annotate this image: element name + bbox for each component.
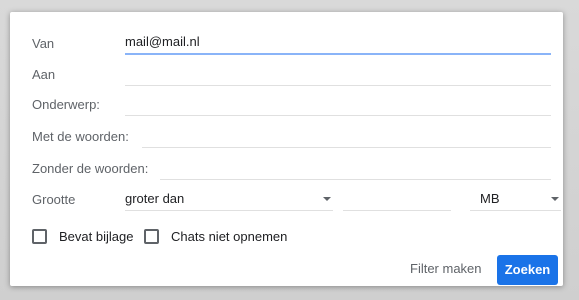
size-unit-select[interactable]: MB bbox=[470, 188, 561, 211]
size-comparator-value: groter dan bbox=[125, 191, 185, 206]
size-amount-input[interactable] bbox=[343, 188, 451, 211]
checkbox-box[interactable] bbox=[144, 229, 159, 244]
to-field[interactable] bbox=[125, 63, 551, 86]
has-attachment-label: Bevat bijlage bbox=[59, 229, 134, 244]
from-field[interactable]: mail@mail.nl bbox=[125, 31, 551, 55]
search-button[interactable]: Zoeken bbox=[497, 255, 558, 285]
create-filter-button[interactable]: Filter maken bbox=[406, 257, 486, 281]
without-words-label: Zonder de woorden: bbox=[32, 161, 149, 176]
exclude-chats-checkbox[interactable]: Chats niet opnemen bbox=[144, 226, 294, 246]
subject-label: Onderwerp: bbox=[32, 97, 100, 112]
from-value: mail@mail.nl bbox=[125, 34, 200, 49]
subject-row: Onderwerp: bbox=[32, 92, 551, 116]
checkbox-box[interactable] bbox=[32, 229, 47, 244]
chevron-down-icon bbox=[551, 197, 559, 201]
size-label: Grootte bbox=[32, 192, 76, 207]
has-words-row: Met de woorden: bbox=[32, 124, 551, 148]
to-label: Aan bbox=[32, 67, 56, 82]
has-words-label: Met de woorden: bbox=[32, 129, 129, 144]
to-row: Aan bbox=[32, 62, 551, 86]
size-unit-value: MB bbox=[480, 191, 500, 206]
from-row: Van mail@mail.nl bbox=[32, 31, 551, 55]
has-attachment-checkbox[interactable]: Bevat bijlage bbox=[32, 226, 142, 246]
size-comparator-select[interactable]: groter dan bbox=[125, 188, 333, 211]
has-words-field[interactable] bbox=[142, 125, 551, 148]
without-words-row: Zonder de woorden: bbox=[32, 156, 551, 180]
from-label: Van bbox=[32, 36, 55, 51]
size-row: Grootte groter dan MB bbox=[32, 187, 561, 211]
chevron-down-icon bbox=[323, 197, 331, 201]
search-options-panel: Van mail@mail.nl Aan Onderwerp: Met de w… bbox=[10, 12, 563, 286]
without-words-field[interactable] bbox=[160, 157, 551, 180]
exclude-chats-label: Chats niet opnemen bbox=[171, 229, 288, 244]
subject-field[interactable] bbox=[125, 93, 551, 116]
